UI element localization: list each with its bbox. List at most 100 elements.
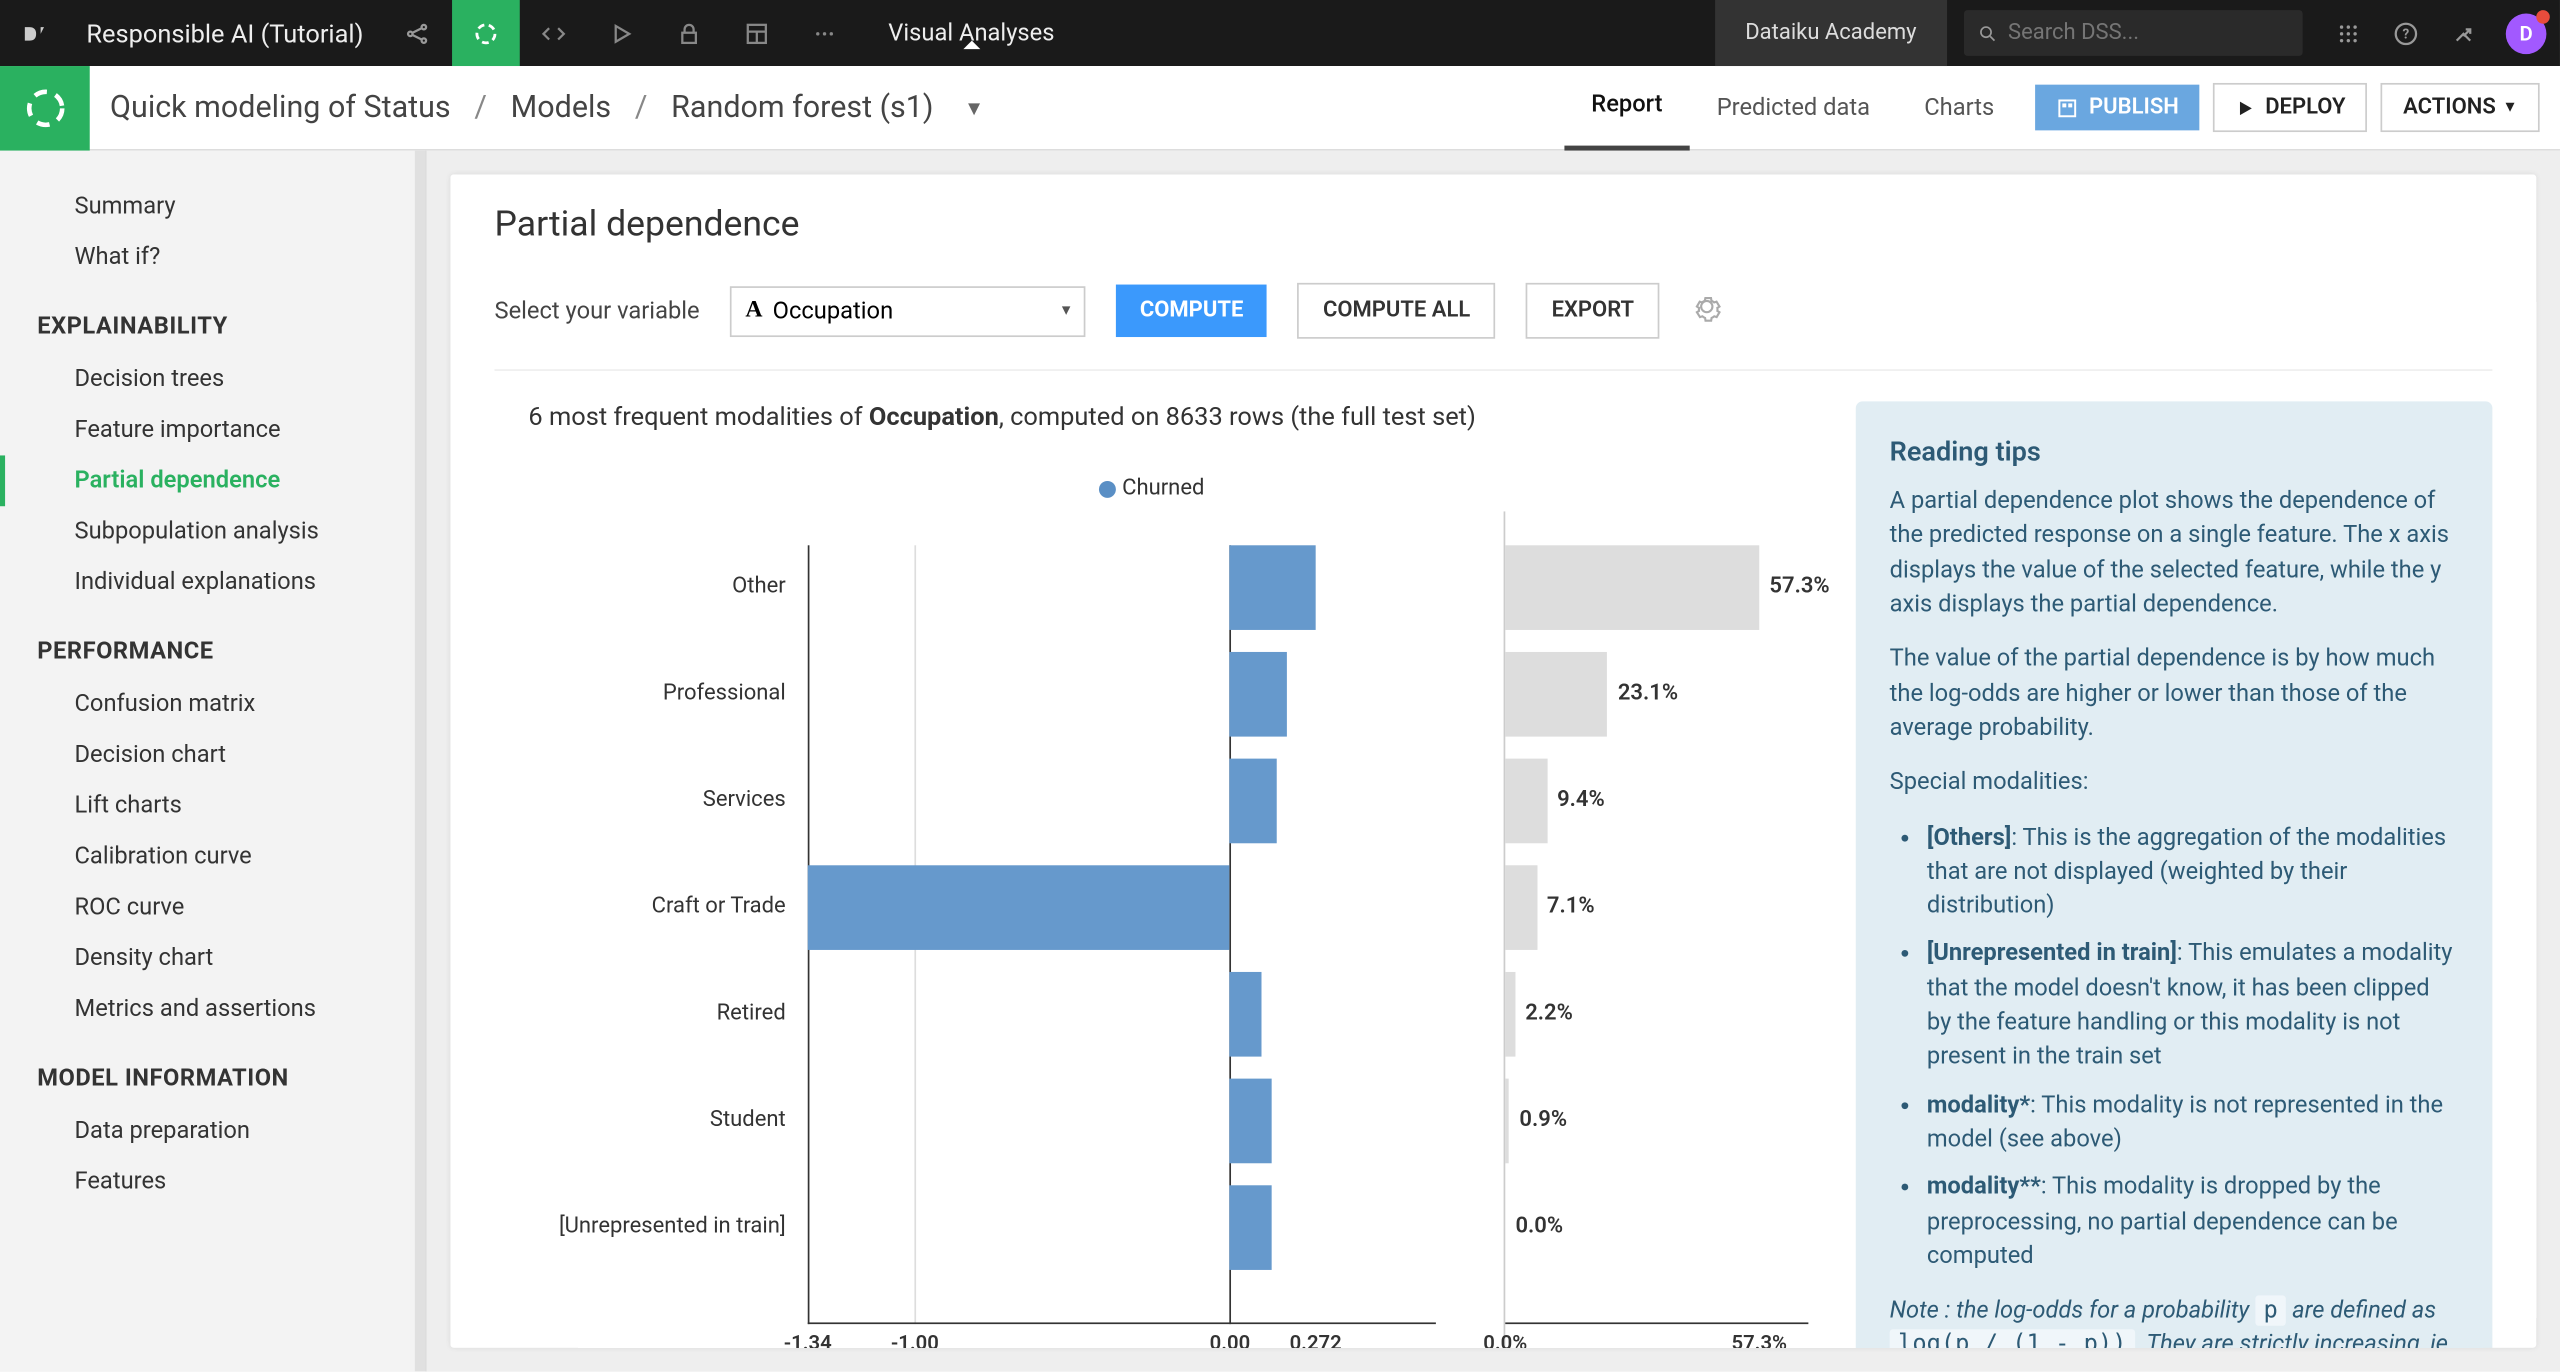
pd-bar <box>1230 545 1316 630</box>
tips-bullet: modality**: This modality is dropped by … <box>1927 1170 2459 1273</box>
breadcrumb-bar: Quick modeling of Status / Models / Rand… <box>0 66 2560 151</box>
export-button[interactable]: EXPORT <box>1526 283 1659 339</box>
crumb-1[interactable]: Quick modeling of Status <box>110 90 451 126</box>
breadcrumb: Quick modeling of Status / Models / Rand… <box>90 90 984 126</box>
x-tick: -1.00 <box>891 1331 939 1348</box>
page-title: Partial dependence <box>494 205 2492 246</box>
search-icon <box>1978 19 1998 46</box>
play-icon[interactable] <box>587 0 655 66</box>
publish-icon <box>2055 96 2079 120</box>
main-content: Partial dependence Select your variable … <box>427 151 2560 1372</box>
sidebar-item-calibration-curve[interactable]: Calibration curve <box>0 831 425 882</box>
sidebar: SummaryWhat if?EXPLAINABILITYDecision tr… <box>0 151 427 1372</box>
sidebar-item-features[interactable]: Features <box>0 1156 425 1207</box>
pd-bar <box>1230 652 1287 737</box>
sidebar-item-data-preparation[interactable]: Data preparation <box>0 1106 425 1157</box>
bar-label: Retired <box>511 1001 799 1026</box>
crumb-2[interactable]: Models <box>511 90 611 126</box>
play-icon <box>2235 97 2255 117</box>
svg-text:?: ? <box>2403 26 2410 42</box>
tab-charts[interactable]: Charts <box>1897 65 2021 150</box>
avatar[interactable]: D <box>2506 13 2547 54</box>
lock-icon[interactable] <box>655 0 723 66</box>
actions-button[interactable]: ACTIONS ▼ <box>2381 83 2540 132</box>
sidebar-item-partial-dependence[interactable]: Partial dependence <box>0 455 425 506</box>
sidebar-item-density-chart[interactable]: Density chart <box>0 933 425 984</box>
share-icon[interactable] <box>384 0 452 66</box>
dist-pct-label: 0.9% <box>1519 1107 1567 1132</box>
reading-tips: Reading tips A partial dependence plot s… <box>1856 401 2493 1347</box>
tab-report[interactable]: Report <box>1564 65 1689 150</box>
gear-icon[interactable] <box>1690 290 1724 332</box>
dist-bar <box>1505 545 1759 630</box>
sidebar-item-metrics-and-assertions[interactable]: Metrics and assertions <box>0 984 425 1035</box>
pd-bar <box>1230 1079 1271 1164</box>
visual-analyses-tab[interactable]: Visual Analyses <box>858 19 1085 46</box>
tab-predicted-data[interactable]: Predicted data <box>1690 65 1898 150</box>
dist-bar <box>1505 652 1607 737</box>
sidebar-section-heading: MODEL INFORMATION <box>0 1034 425 1105</box>
sidebar-item-roc-curve[interactable]: ROC curve <box>0 882 425 933</box>
model-tabs: Report Predicted data Charts <box>1564 65 2021 150</box>
bar-label: Craft or Trade <box>511 894 799 919</box>
variable-select[interactable]: A Occupation <box>730 285 1086 336</box>
chart-column: 6 most frequent modalities of Occupation… <box>494 401 1808 1347</box>
crumb-3[interactable]: Random forest (s1) <box>671 90 933 126</box>
chevron-down-icon[interactable]: ▼ <box>964 96 984 120</box>
text-type-icon: A <box>745 297 762 324</box>
sidebar-item-summary[interactable]: Summary <box>0 181 425 232</box>
help-icon[interactable]: ? <box>2377 0 2435 66</box>
analysis-logo-icon[interactable] <box>0 65 90 150</box>
dataiku-logo-icon[interactable] <box>0 0 66 66</box>
dashboard-icon[interactable] <box>722 0 790 66</box>
dist-bar <box>1505 759 1547 844</box>
sidebar-section-heading: EXPLAINABILITY <box>0 283 425 354</box>
compute-all-button[interactable]: COMPUTE ALL <box>1297 283 1495 339</box>
arrow-icon[interactable] <box>2435 0 2493 66</box>
dist-bar <box>1505 865 1536 950</box>
bar-label: Other <box>511 574 799 599</box>
sidebar-item-decision-chart[interactable]: Decision chart <box>0 730 425 781</box>
deploy-button[interactable]: DEPLOY <box>2213 83 2368 132</box>
pd-bar <box>1230 972 1262 1057</box>
dist-pct-label: 23.1% <box>1618 681 1678 706</box>
search-box[interactable] <box>1964 10 2303 56</box>
chevron-down-icon: ▼ <box>2503 98 2518 117</box>
sidebar-item-individual-explanations[interactable]: Individual explanations <box>0 557 425 608</box>
x-tick: 57.3% <box>1731 1331 1787 1348</box>
dist-pct-label: 7.1% <box>1547 894 1595 919</box>
code-icon[interactable] <box>519 0 587 66</box>
sidebar-item-what-if-[interactable]: What if? <box>0 232 425 283</box>
sidebar-item-decision-trees[interactable]: Decision trees <box>0 354 425 405</box>
dist-pct-label: 57.3% <box>1769 574 1829 599</box>
more-icon[interactable] <box>790 0 858 66</box>
sidebar-item-feature-importance[interactable]: Feature importance <box>0 405 425 456</box>
project-name[interactable]: Responsible AI (Tutorial) <box>66 18 384 48</box>
top-bar: Responsible AI (Tutorial) Visual Analyse… <box>0 0 2560 66</box>
sidebar-item-confusion-matrix[interactable]: Confusion matrix <box>0 679 425 730</box>
x-tick: 0.0% <box>1483 1331 1527 1348</box>
search-input[interactable] <box>2008 20 2289 45</box>
dist-pct-label: 9.4% <box>1557 787 1605 812</box>
dist-pct-label: 2.2% <box>1525 1001 1573 1026</box>
sidebar-item-lift-charts[interactable]: Lift charts <box>0 781 425 832</box>
pd-bar <box>808 865 1230 950</box>
pd-bar <box>1230 1185 1271 1270</box>
sidebar-item-subpopulation-analysis[interactable]: Subpopulation analysis <box>0 506 425 557</box>
tips-bullet: [Unrepresented in train]: This emulates … <box>1927 937 2459 1074</box>
x-tick: -1.34 <box>784 1331 832 1348</box>
x-tick: 0.272 <box>1289 1331 1341 1348</box>
bar-label: Student <box>511 1107 799 1132</box>
apps-icon[interactable] <box>2320 0 2378 66</box>
flow-icon[interactable] <box>451 0 519 66</box>
dist-bar <box>1505 1079 1509 1164</box>
publish-button[interactable]: PUBLISH <box>2035 85 2199 131</box>
compute-button[interactable]: COMPUTE <box>1116 284 1267 336</box>
tips-heading: Reading tips <box>1889 432 2458 471</box>
academy-link[interactable]: Dataiku Academy <box>1715 0 1947 66</box>
chart-caption: 6 most frequent modalities of Occupation… <box>494 401 1808 431</box>
pd-bar <box>1230 759 1277 844</box>
tips-note: Note : the log-odds for a probability p … <box>1889 1294 2458 1348</box>
tips-bullet: [Others]: This is the aggregation of the… <box>1927 820 2459 923</box>
partial-dependence-chart: -1.34-1.000.000.272OtherProfessionalServ… <box>494 511 1808 1347</box>
